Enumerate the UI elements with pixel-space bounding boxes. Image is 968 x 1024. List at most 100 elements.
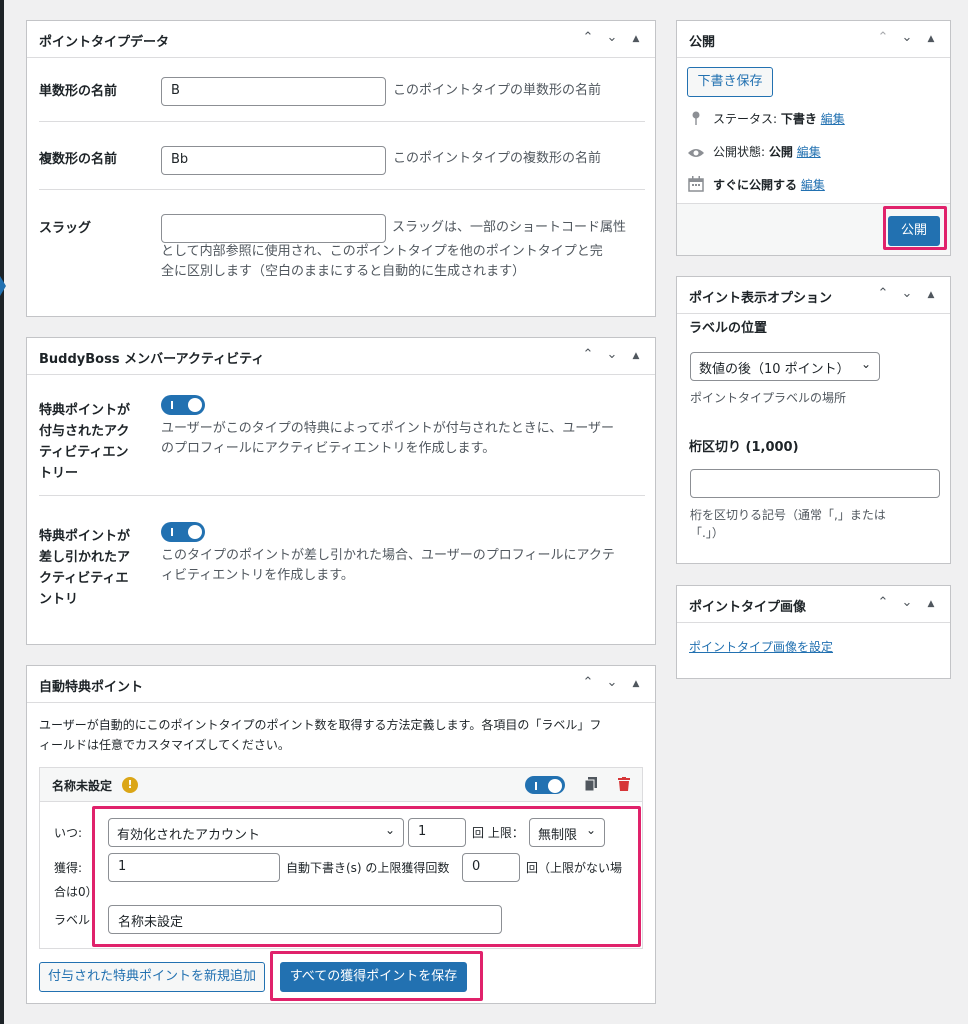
box-title: ポイントタイプ画像: [689, 600, 807, 615]
duplicate-icon[interactable]: [584, 777, 597, 792]
box-title: 自動特典ポイント: [39, 680, 144, 695]
highlight-frame: [92, 806, 641, 947]
box-header: ポイントタイプデータ ⌃ ⌄ ▲: [27, 21, 655, 58]
deduct-activity-label: 特典ポイントが 差し引かれたア クティビティエ ントリ: [39, 526, 130, 610]
slug-input[interactable]: [161, 214, 386, 243]
move-up-icon[interactable]: ⌃: [876, 30, 890, 48]
box-title: ポイント表示オプション: [689, 291, 833, 306]
separator-desc-line2: 「.」）: [690, 526, 724, 540]
singular-name-input[interactable]: B: [161, 77, 386, 106]
plural-name-desc: このポイントタイプの複数形の名前: [393, 151, 602, 166]
warning-icon: !: [122, 777, 138, 793]
label-line: 付与されたアク: [39, 424, 130, 439]
label-field-label: ラベル: [54, 913, 91, 927]
auto-award-intro-line1: ユーザーが自動的にこのポイントタイプのポイント数を取得する方法定義します。各項目…: [39, 718, 602, 732]
move-up-icon[interactable]: ⌃: [581, 30, 595, 48]
deduct-activity-toggle[interactable]: [161, 522, 205, 542]
box-header: BuddyBoss メンバーアクティビティ ⌃ ⌄ ▲: [27, 338, 655, 375]
move-up-icon[interactable]: ⌃: [876, 286, 890, 304]
award-item-header[interactable]: 名称未設定 !: [40, 768, 642, 802]
buddyboss-activity-box: BuddyBoss メンバーアクティビティ ⌃ ⌄ ▲ 特典ポイントが 付与され…: [26, 337, 656, 645]
collapse-icon[interactable]: ▲: [629, 347, 643, 365]
pin-icon: [691, 111, 701, 129]
move-down-icon[interactable]: ⌄: [900, 30, 914, 48]
set-image-link[interactable]: ポイントタイプ画像を設定: [689, 638, 833, 655]
collapse-icon[interactable]: ▲: [924, 286, 938, 304]
collapse-icon[interactable]: ▲: [924, 30, 938, 48]
award-item-toggle[interactable]: [525, 776, 565, 794]
award-activity-desc-line2: のプロフィールにアクティビティエントリを作成します。: [161, 441, 496, 456]
edit-status-link[interactable]: 編集: [821, 112, 845, 126]
box-header: 自動特典ポイント ⌃ ⌄ ▲: [27, 666, 655, 703]
highlight-frame: [270, 951, 483, 1001]
visibility-row: 公開状態: 公開 編集: [713, 143, 821, 160]
status-row: ステータス: 下書き 編集: [713, 110, 845, 127]
point-type-image-box: ポイントタイプ画像 ⌃ ⌄ ▲ ポイントタイプ画像を設定: [676, 585, 951, 679]
award-activity-label: 特典ポイントが 付与されたアク ティビティエン トリー: [39, 400, 130, 484]
move-up-icon[interactable]: ⌃: [581, 675, 595, 693]
move-down-icon[interactable]: ⌄: [605, 675, 619, 693]
slug-label: スラッグ: [39, 221, 92, 236]
edit-visibility-link[interactable]: 編集: [797, 145, 821, 159]
label-line: ントリ: [39, 592, 79, 607]
award-activity-toggle[interactable]: [161, 395, 205, 415]
separator-title: 桁区切り (1,000): [689, 440, 799, 455]
move-up-icon[interactable]: ⌃: [581, 347, 595, 365]
label-position-value: 数値の後（10 ポイント）: [699, 362, 850, 377]
schedule-label: すぐに公開する: [713, 178, 798, 192]
save-draft-button[interactable]: 下書き保存: [687, 67, 773, 97]
slug-desc-line1: スラッグは、一部のショートコード属性: [392, 220, 627, 235]
trash-icon[interactable]: [618, 777, 630, 791]
label-line: 特典ポイントが: [39, 403, 131, 418]
label-position-select[interactable]: 数値の後（10 ポイント） ⌄: [690, 352, 880, 381]
label-line: 特典ポイントが: [39, 529, 131, 544]
label-line: ティビティエン: [39, 445, 129, 460]
label-line: 差し引かれたア: [39, 550, 131, 565]
separator-input[interactable]: [690, 469, 940, 498]
visibility-value: 公開: [768, 145, 793, 159]
menu-collapse-arrow[interactable]: [0, 276, 6, 296]
slug-desc-line3: 全に区別します（空白のままにすると自動的に生成されます）: [161, 264, 526, 279]
collapse-icon[interactable]: ▲: [629, 30, 643, 48]
deduct-activity-desc-line1: このタイプのポイントが差し引かれた場合、ユーザーのプロフィールにアクテ: [161, 548, 615, 563]
move-up-icon[interactable]: ⌃: [876, 595, 890, 613]
admin-menu-edge: [0, 0, 4, 1024]
label-line: トリー: [39, 466, 79, 481]
deduct-activity-desc-line2: ィビティエントリを作成します。: [161, 568, 354, 583]
plural-name-label: 複数形の名前: [39, 152, 118, 167]
schedule-row: すぐに公開する 編集: [713, 176, 825, 193]
award-item-name: 名称未設定: [52, 779, 113, 793]
when-label: いつ:: [54, 826, 83, 840]
label-position-desc: ポイントタイプラベルの場所: [690, 391, 847, 405]
box-header: ポイント表示オプション ⌃ ⌄ ▲: [677, 277, 950, 314]
collapse-icon[interactable]: ▲: [924, 595, 938, 613]
box-header: 公開 ⌃ ⌄ ▲: [677, 21, 950, 58]
move-down-icon[interactable]: ⌄: [605, 30, 619, 48]
earn-label: 獲得:: [54, 861, 83, 875]
box-title: 公開: [689, 35, 716, 50]
display-options-box: ポイント表示オプション ⌃ ⌄ ▲ ラベルの位置 数値の後（10 ポイント） ⌄…: [676, 276, 951, 564]
plural-name-input[interactable]: Bb: [161, 146, 386, 175]
visibility-label: 公開状態:: [713, 145, 766, 159]
move-down-icon[interactable]: ⌄: [605, 347, 619, 365]
move-down-icon[interactable]: ⌄: [900, 286, 914, 304]
edit-schedule-link[interactable]: 編集: [801, 178, 825, 192]
collapse-icon[interactable]: ▲: [629, 675, 643, 693]
singular-name-label: 単数形の名前: [39, 84, 118, 99]
status-value: 下書き: [780, 112, 817, 126]
divider: [39, 121, 645, 122]
add-award-button[interactable]: 付与された特典ポイントを新規追加: [39, 962, 265, 992]
calendar-icon: [688, 176, 704, 196]
move-down-icon[interactable]: ⌄: [900, 595, 914, 613]
label-position-title: ラベルの位置: [689, 321, 768, 336]
status-label: ステータス:: [713, 112, 778, 126]
box-header: ポイントタイプ画像 ⌃ ⌄ ▲: [677, 586, 950, 623]
label-line: クティビティエ: [39, 571, 129, 586]
slug-desc-line2: として内部参照に使用され、このポイントタイプを他のポイントタイプと完: [161, 244, 603, 259]
box-title: BuddyBoss メンバーアクティビティ: [39, 352, 265, 367]
eye-icon: [688, 147, 704, 162]
highlight-frame: [883, 206, 947, 250]
singular-name-desc: このポイントタイプの単数形の名前: [393, 83, 602, 98]
divider: [39, 189, 645, 190]
award-activity-desc-line1: ユーザーがこのタイプの特典によってポイントが付与されたときに、ユーザー: [161, 421, 615, 436]
